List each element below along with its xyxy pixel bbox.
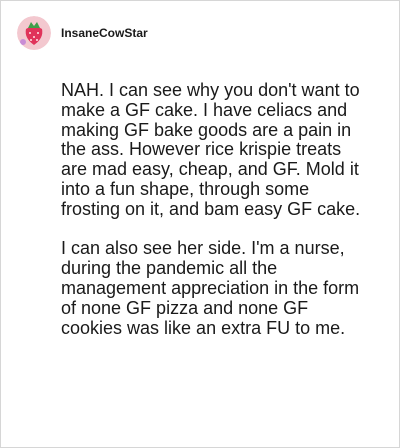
comment-header: InsaneCowStar bbox=[17, 15, 148, 51]
comment-card: InsaneCowStar NAH. I can see why you don… bbox=[0, 0, 400, 448]
comment-paragraph: NAH. I can see why you don't want to mak… bbox=[61, 80, 361, 219]
strawberry-avatar-icon bbox=[17, 16, 51, 50]
comment-paragraph: I can also see her side. I'm a nurse, du… bbox=[61, 238, 360, 338]
username[interactable]: InsaneCowStar bbox=[61, 26, 148, 40]
comment-body: NAH. I can see why you don't want to mak… bbox=[61, 80, 361, 338]
avatar[interactable] bbox=[17, 16, 51, 50]
